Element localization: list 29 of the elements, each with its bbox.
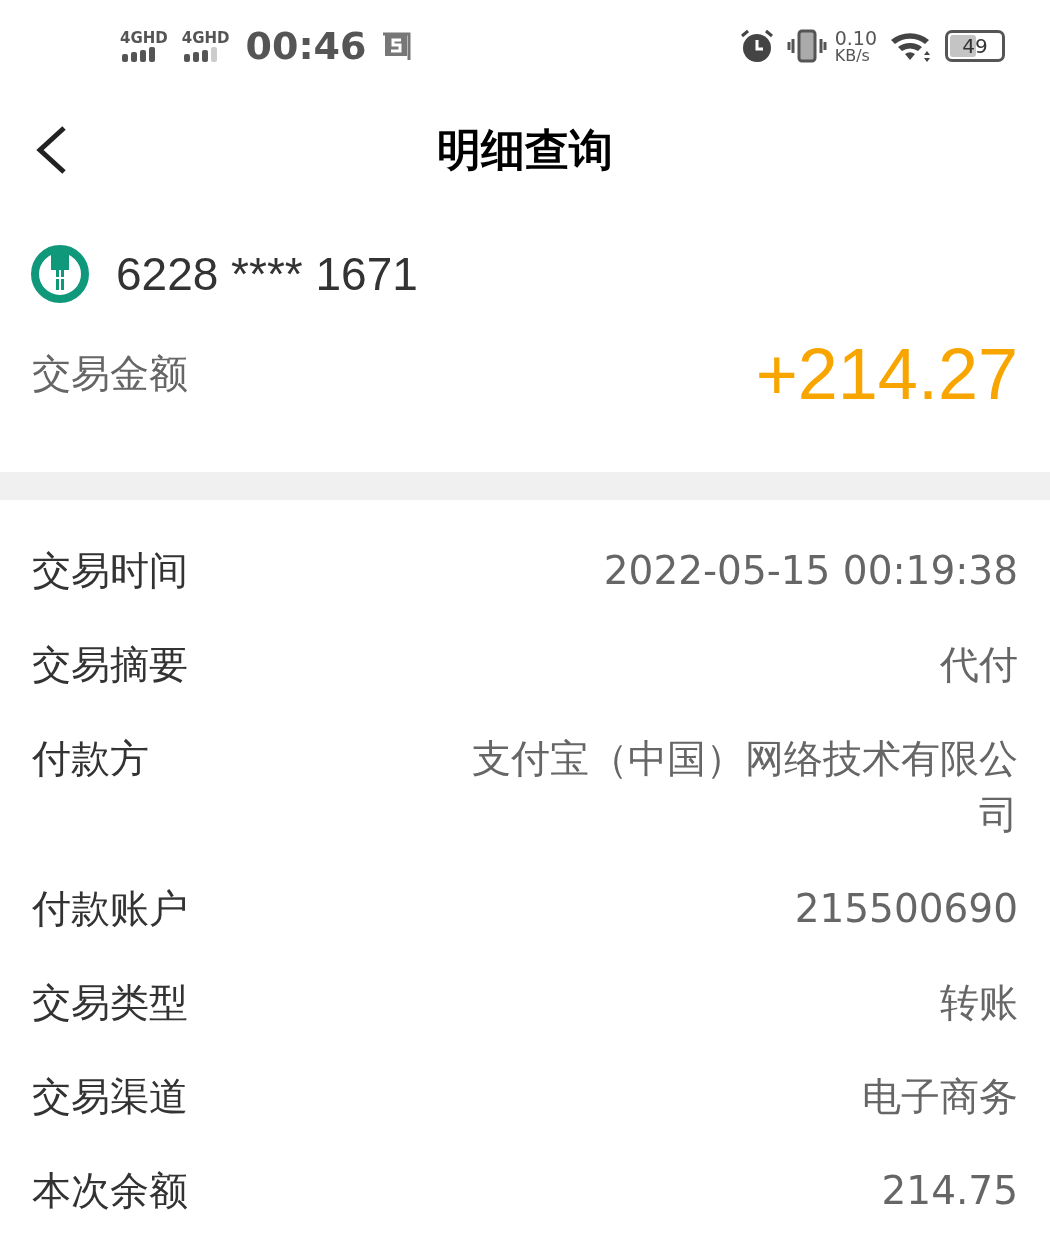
detail-value: 电子商务: [862, 1073, 1018, 1121]
detail-label: 交易时间: [32, 547, 188, 595]
bank-logo-icon: [30, 244, 90, 304]
network-label: 4GHD: [181, 30, 230, 46]
speed-unit: KB/s: [834, 47, 870, 64]
detail-value: 215500690: [794, 885, 1018, 933]
card-number: 6228 **** 1671: [116, 246, 418, 302]
detail-label: 付款方: [32, 735, 149, 783]
detail-value: 214.75: [881, 1167, 1018, 1215]
network-label: 4GHD: [120, 30, 168, 46]
detail-label: 交易类型: [32, 979, 188, 1027]
detail-value: 2022-05-15 00:19:38: [603, 547, 1018, 595]
amount-label: 交易金额: [32, 349, 188, 398]
back-icon[interactable]: [34, 125, 68, 175]
detail-label: 本次余额: [32, 1167, 188, 1215]
detail-value: 支付宝（中国）网络技术有限公司: [471, 735, 1018, 839]
clock-time: 00:46: [245, 22, 367, 70]
alarm-icon: [738, 28, 775, 64]
speed-value: 0.10: [834, 28, 877, 48]
page-title: 明细查询: [437, 123, 613, 177]
detail-value: 代付: [940, 641, 1018, 689]
detail-label: 交易摘要: [32, 641, 188, 689]
screenshot-icon: [380, 30, 413, 62]
vibrate-icon: [786, 28, 827, 64]
detail-label: 付款账户: [32, 885, 188, 933]
detail-value: 转账: [940, 979, 1018, 1027]
battery-icon: 49: [945, 30, 1005, 62]
amount-value: +214.27: [755, 333, 1018, 416]
detail-label: 交易渠道: [32, 1073, 188, 1121]
